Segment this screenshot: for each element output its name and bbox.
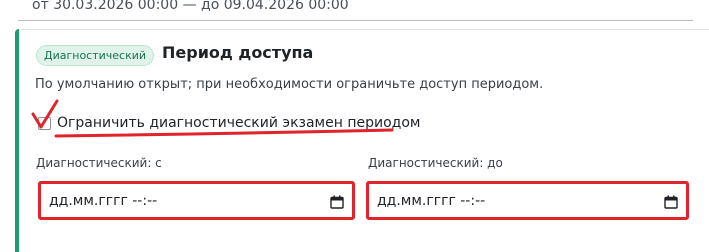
diagnostic-badge: Диагностический <box>36 45 155 66</box>
calendar-icon[interactable] <box>330 194 344 209</box>
card-title: Период доступа <box>162 43 314 62</box>
to-datetime-value[interactable]: дд.мм.гггг --:-- <box>377 193 664 209</box>
to-datetime-input[interactable]: дд.мм.гггг --:-- <box>366 181 689 220</box>
from-datetime-input[interactable]: дд.мм.гггг --:-- <box>38 181 355 220</box>
to-field-label: Диагностический: до <box>368 156 503 170</box>
from-datetime-value[interactable]: дд.мм.гггг --:-- <box>49 193 330 209</box>
access-period-screen: от 30.03.2026 00:00 — до 09.04.2026 00:0… <box>0 0 709 252</box>
card-description: По умолчанию открыт; при необходимости о… <box>35 77 544 92</box>
from-field-label: Диагностический: с <box>36 156 162 170</box>
divider <box>18 20 693 21</box>
restrict-period-option[interactable]: Ограничить диагностический экзамен перио… <box>38 112 420 134</box>
calendar-icon[interactable] <box>664 194 678 209</box>
card-accent-bar <box>15 29 19 252</box>
restrict-period-checkbox[interactable] <box>38 116 51 130</box>
previous-range-text: от 30.03.2026 00:00 — до 09.04.2026 00:0… <box>32 0 349 13</box>
restrict-period-label[interactable]: Ограничить диагностический экзамен перио… <box>57 115 420 131</box>
